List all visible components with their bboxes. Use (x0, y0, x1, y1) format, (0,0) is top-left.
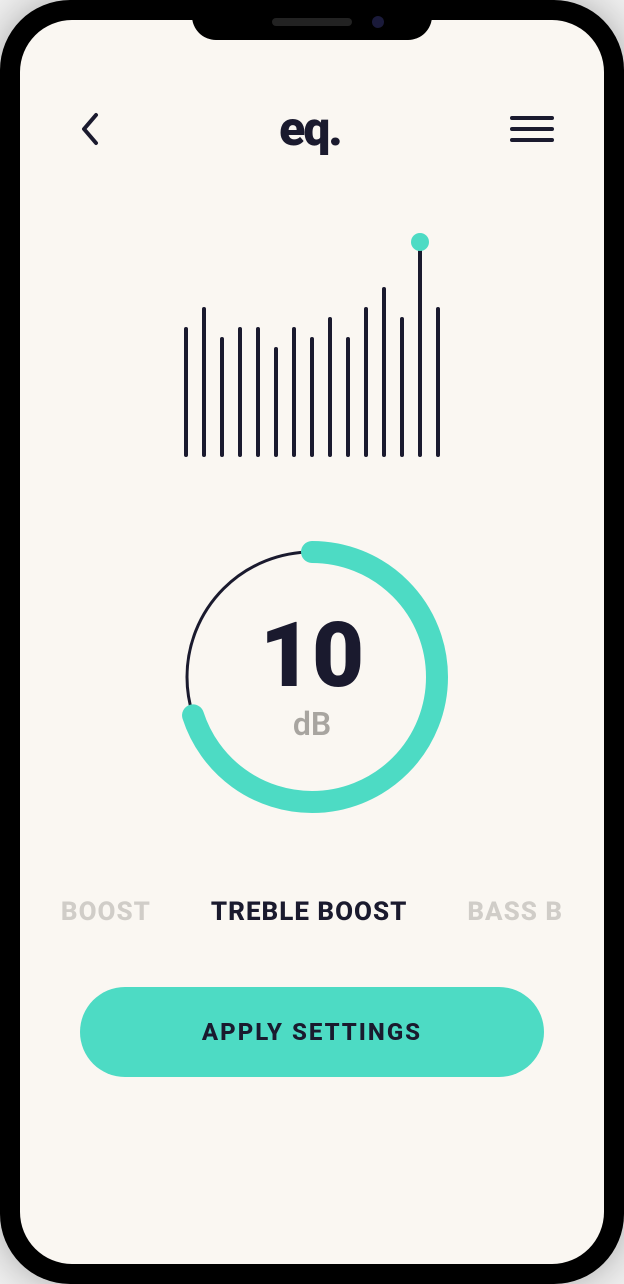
app-logo: eq. (279, 100, 341, 157)
eq-bar[interactable] (202, 307, 206, 457)
eq-bar[interactable] (292, 327, 296, 457)
dial-unit: dB (293, 705, 331, 743)
eq-bar[interactable] (256, 327, 260, 457)
apply-settings-button[interactable]: APPLY SETTINGS (80, 987, 544, 1077)
eq-bar[interactable] (436, 307, 440, 457)
eq-bar[interactable] (184, 327, 188, 457)
dial-value: 10 (260, 611, 364, 701)
menu-button[interactable] (510, 116, 554, 142)
eq-bar[interactable] (382, 287, 386, 457)
chevron-left-icon (78, 111, 102, 147)
eq-bar[interactable] (310, 337, 314, 457)
eq-bar[interactable] (364, 307, 368, 457)
preset-carousel[interactable]: BOOST TREBLE BOOST BASS B (20, 897, 604, 927)
phone-speaker (272, 18, 352, 26)
phone-camera (372, 16, 384, 28)
dial-readout: 10 dB (172, 537, 452, 817)
eq-bar[interactable] (220, 337, 224, 457)
dial-container: 10 dB (20, 537, 604, 817)
eq-bar[interactable] (418, 247, 422, 457)
app-screen: eq. 10 dB BOOST TREBLE BOOS (20, 20, 604, 1264)
preset-next[interactable]: BASS B (467, 897, 563, 927)
preset-active[interactable]: TREBLE BOOST (211, 897, 407, 927)
back-button[interactable] (70, 109, 110, 149)
eq-bar[interactable] (274, 347, 278, 457)
phone-frame: eq. 10 dB BOOST TREBLE BOOS (0, 0, 624, 1284)
equalizer-visual[interactable] (20, 237, 604, 457)
eq-bar[interactable] (328, 317, 332, 457)
eq-indicator-dot[interactable] (411, 233, 429, 251)
header: eq. (20, 20, 604, 187)
eq-bar[interactable] (238, 327, 242, 457)
eq-bar[interactable] (400, 317, 404, 457)
hamburger-line (510, 127, 554, 131)
preset-prev[interactable]: BOOST (61, 897, 151, 927)
hamburger-line (510, 116, 554, 120)
gain-dial[interactable]: 10 dB (172, 537, 452, 817)
eq-bar[interactable] (346, 337, 350, 457)
hamburger-line (510, 138, 554, 142)
